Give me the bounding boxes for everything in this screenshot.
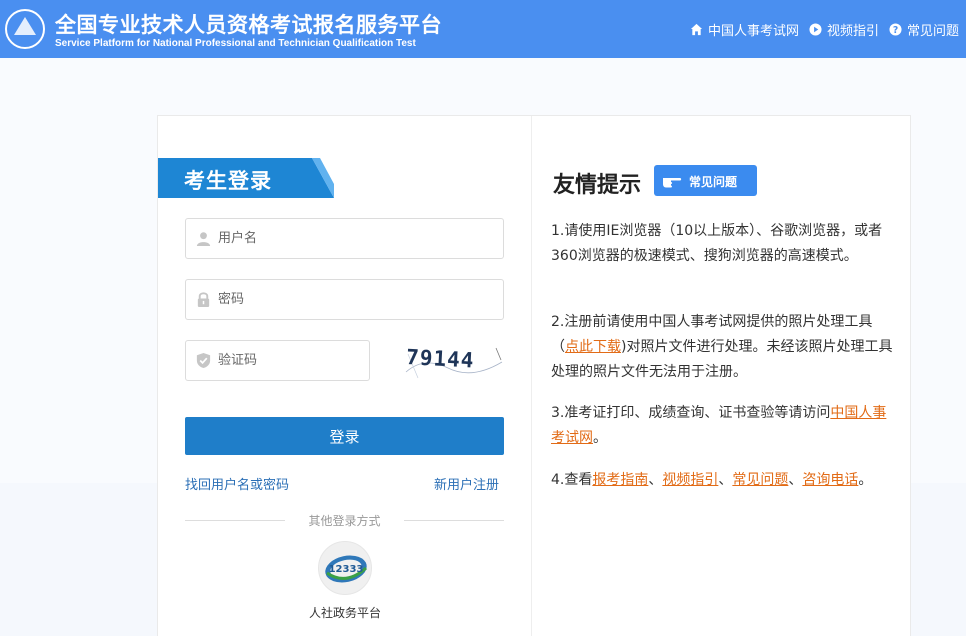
hotline-link[interactable]: 咨询电话 bbox=[802, 472, 858, 488]
question-icon: ? bbox=[889, 23, 902, 36]
pointing-hand-icon bbox=[663, 178, 682, 188]
pta-logo: PTA bbox=[5, 9, 45, 49]
captcha-field bbox=[185, 340, 370, 381]
download-tool-link[interactable]: 点此下载 bbox=[565, 339, 621, 355]
site-subtitle: Service Platform for National Profession… bbox=[55, 38, 416, 49]
sso-label: 人社政务平台 bbox=[308, 606, 381, 620]
card-divider bbox=[531, 116, 532, 636]
nav-cpta-link[interactable]: 中国人事考试网 bbox=[690, 20, 799, 39]
tips-title: 友情提示 bbox=[553, 173, 642, 198]
lock-icon bbox=[197, 292, 210, 308]
tip-photo-tool: 2.注册前请使用中国人事考试网提供的照片处理工具（点此下载)对照片文件进行处理。… bbox=[551, 314, 893, 380]
tip-admission: 3.准考证打印、成绩查询、证书查验等请访问中国人事考试网。 bbox=[551, 405, 887, 446]
username-field bbox=[185, 218, 504, 259]
home-icon bbox=[690, 23, 703, 36]
tip-guides: 4.查看报考指南、视频指引、常见问题、咨询电话。 bbox=[551, 472, 873, 488]
top-nav: 中国人事考试网 视频指引 ? 常见问题 bbox=[690, 20, 959, 39]
svg-text:79144: 79144 bbox=[406, 345, 475, 373]
captcha-image[interactable]: 79144 bbox=[404, 342, 504, 382]
nav-faq-link[interactable]: ? 常见问题 bbox=[889, 20, 959, 39]
sso-12333-button[interactable]: 12333 bbox=[318, 541, 372, 595]
svg-text:?: ? bbox=[893, 25, 898, 36]
login-tab: 考生登录 bbox=[158, 158, 334, 198]
tip-browser: 1.请使用IE浏览器（10以上版本）、谷歌浏览器，或者360浏览器的极速模式、搜… bbox=[551, 223, 883, 264]
site-title: 全国专业技术人员资格考试报名服务平台 bbox=[55, 13, 442, 37]
register-link[interactable]: 新用户注册 bbox=[434, 474, 499, 493]
badge-12333-icon: 12333 bbox=[325, 555, 368, 583]
video-guide-link[interactable]: 视频指引 bbox=[662, 472, 718, 488]
password-input[interactable] bbox=[218, 280, 498, 319]
play-icon bbox=[809, 23, 822, 36]
login-card: 考生登录 79144 登录 找回用户名或密码 新用户注册 其他登录方式 1233… bbox=[157, 115, 911, 636]
shield-icon bbox=[196, 352, 211, 369]
captcha-input[interactable] bbox=[218, 341, 364, 380]
other-login-divider: 其他登录方式 bbox=[185, 512, 504, 528]
forgot-password-link[interactable]: 找回用户名或密码 bbox=[185, 474, 289, 493]
nav-video-guide-link[interactable]: 视频指引 bbox=[809, 20, 879, 39]
username-input[interactable] bbox=[218, 219, 498, 258]
exam-guide-link[interactable]: 报考指南 bbox=[592, 472, 648, 488]
user-icon bbox=[196, 232, 211, 247]
faq-button[interactable]: 常见问题 bbox=[654, 165, 757, 196]
header-bar: PTA 全国专业技术人员资格考试报名服务平台 Service Platform … bbox=[0, 0, 966, 58]
svg-text:12333: 12333 bbox=[329, 564, 364, 575]
faq-link[interactable]: 常见问题 bbox=[732, 472, 788, 488]
password-field bbox=[185, 279, 504, 320]
login-button[interactable]: 登录 bbox=[185, 417, 504, 455]
